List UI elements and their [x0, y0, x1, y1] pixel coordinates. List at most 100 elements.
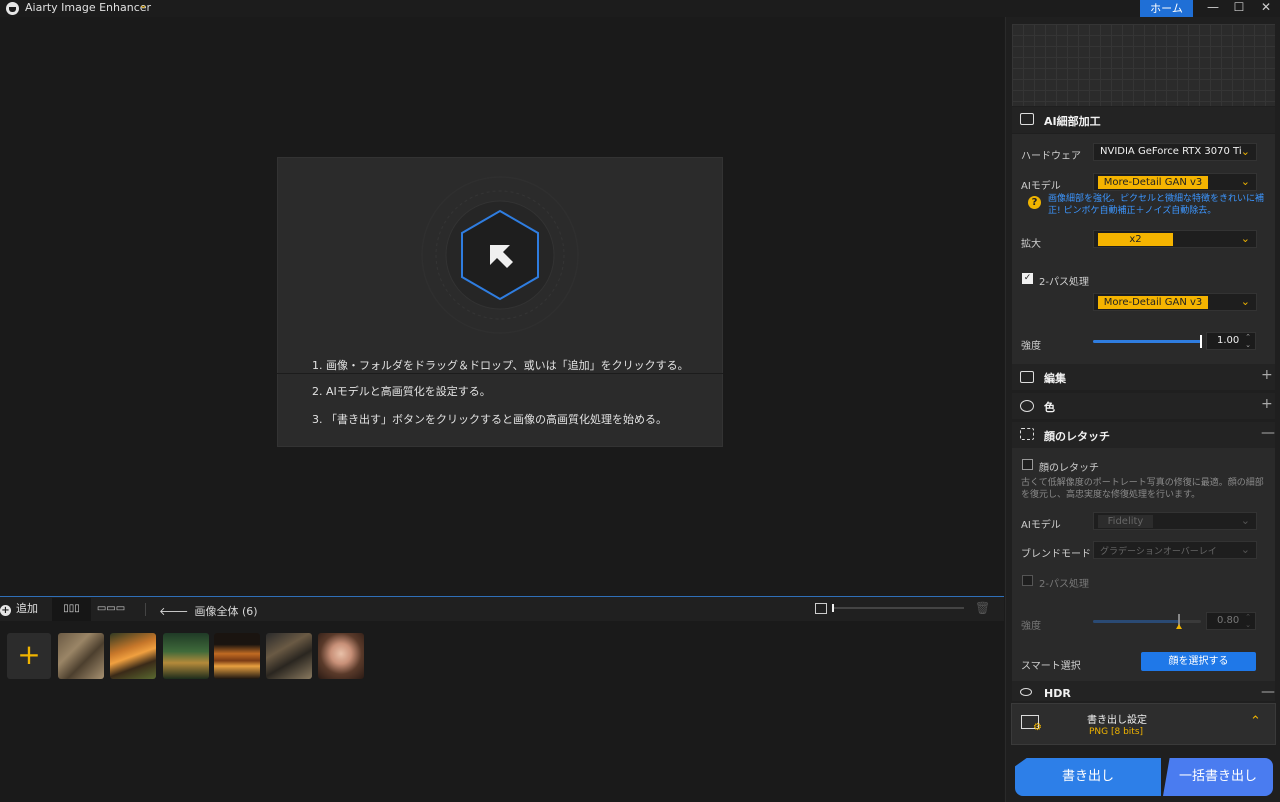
thumbnail-owl[interactable]	[58, 633, 104, 679]
add-label: 追加	[16, 602, 38, 615]
expand-up-icon[interactable]: ⌃	[1250, 714, 1261, 729]
face-scan-icon	[1020, 428, 1034, 440]
preview-area	[1012, 24, 1275, 106]
thumbnail-burger[interactable]	[214, 633, 260, 679]
select-face-button[interactable]: 顔を選択する	[1141, 652, 1256, 671]
drop-zone-divider	[277, 373, 723, 374]
chevron-down-icon: ⌄	[1240, 175, 1250, 188]
title-bar	[0, 0, 1280, 17]
face-model-label: AIモデル	[1021, 520, 1061, 531]
app-title: Aiarty Image Enhancer	[25, 1, 152, 14]
ai-model-label: AIモデル	[1021, 181, 1061, 192]
thumbnail-woman-portrait[interactable]	[318, 633, 364, 679]
scale-value: x2	[1098, 233, 1173, 246]
app-logo-icon	[6, 2, 19, 15]
hdr-section-title: HDR	[1044, 687, 1071, 700]
strength-label: 強度	[1021, 341, 1041, 352]
strength-slider-handle[interactable]	[1200, 335, 1202, 348]
face-retouch-description: 古くて低解像度のポートレート写真の修復に最適。顔の細部を復元し、高忠実度な修復処…	[1021, 478, 1264, 500]
strength-slider-fill	[1093, 340, 1201, 343]
minimize-icon[interactable]: —	[1203, 0, 1223, 17]
thumbnail-size-handle[interactable]	[832, 604, 834, 612]
chevron-down-icon: ⌄	[1240, 295, 1250, 308]
two-pass-model-value: More-Detail GAN v3	[1098, 296, 1208, 309]
face-strength-slider[interactable]	[1093, 620, 1201, 623]
face-strength-slider-fill	[1093, 620, 1180, 623]
trash-icon[interactable]: 🗑	[975, 601, 990, 615]
face-retouch-label: 顔のレタッチ	[1039, 463, 1099, 474]
thumbnail-size-slider[interactable]	[832, 607, 964, 609]
add-image-tile[interactable]: +	[7, 633, 51, 679]
expand-icon[interactable]: +	[1261, 367, 1273, 383]
home-button[interactable]: ホーム	[1140, 0, 1193, 17]
help-icon[interactable]: ?	[1028, 196, 1041, 209]
scale-label: 拡大	[1021, 239, 1041, 250]
toolbar-divider	[145, 603, 146, 616]
blend-mode-value: グラデーションオーバーレイ	[1100, 547, 1217, 557]
close-icon[interactable]: ✕	[1256, 0, 1276, 17]
batch-export-button[interactable]: 一括書き出し	[1163, 758, 1273, 796]
ai-section-title: AI細部加工	[1044, 115, 1101, 128]
grid-view-icon[interactable]: ▯▯▯	[52, 598, 91, 621]
blend-mode-dropdown[interactable]: グラデーションオーバーレイ ⌄	[1093, 541, 1257, 559]
chevron-down-icon: ⌄	[1240, 145, 1250, 158]
hdr-icon	[1020, 688, 1032, 696]
hardware-label: ハードウェア	[1021, 151, 1081, 162]
face-two-pass-checkbox[interactable]	[1022, 575, 1033, 586]
collapse-icon[interactable]: —	[1261, 425, 1275, 441]
two-pass-label: 2-パス処理	[1039, 277, 1089, 288]
scale-dropdown[interactable]: x2 ⌄	[1093, 230, 1257, 248]
strength-slider[interactable]	[1093, 340, 1201, 343]
title-chevron-icon[interactable]: ⌄	[139, 0, 147, 11]
spinner-icon[interactable]: ⌃ ⌄	[1245, 333, 1251, 349]
chevron-down-icon: ⌄	[1240, 543, 1250, 556]
ai-model-value: More-Detail GAN v3	[1098, 176, 1208, 189]
smart-select-label: スマート選択	[1021, 661, 1081, 672]
gear-icon: ⚙	[1033, 722, 1042, 733]
export-settings-title: 書き出し設定	[1087, 715, 1147, 726]
strip-view-icon[interactable]: ▭▭▭	[96, 598, 126, 620]
face-model-dropdown[interactable]: Fidelity ⌄	[1093, 512, 1257, 530]
spinner-icon[interactable]: ⌃ ⌄	[1245, 613, 1251, 629]
export-format: PNG [8 bits]	[1089, 727, 1144, 737]
add-button[interactable]: + 追加	[0, 600, 38, 616]
thumbnail-tiger[interactable]	[110, 633, 156, 679]
two-pass-model-dropdown[interactable]: More-Detail GAN v3 ⌄	[1093, 293, 1257, 311]
chevron-down-icon: ⌄	[1240, 232, 1250, 245]
palette-icon	[1020, 400, 1034, 412]
ai-model-description: 画像細部を強化。ピクセルと微細な特徴をきれいに補正! ピンボケ自動補正＋ノイズ自…	[1048, 194, 1265, 216]
two-pass-checkbox[interactable]: ✓	[1022, 273, 1033, 284]
edit-icon	[1020, 371, 1034, 383]
ai-model-dropdown[interactable]: More-Detail GAN v3 ⌄	[1093, 173, 1257, 191]
collapse-icon[interactable]: —	[1261, 684, 1275, 700]
back-arrow-icon: 🡐	[159, 605, 189, 618]
face-strength-input[interactable]: 0.80 ⌃ ⌄	[1206, 612, 1256, 630]
hardware-value: NVIDIA GeForce RTX 3070 Ti	[1100, 146, 1242, 157]
chevron-down-icon: ⌄	[1240, 514, 1250, 527]
drop-target-icon[interactable]	[410, 170, 590, 350]
face-section-title: 顔のレタッチ	[1044, 430, 1110, 443]
hardware-dropdown[interactable]: NVIDIA GeForce RTX 3070 Ti ⌄	[1093, 143, 1257, 161]
all-images-label: 画像全体 (6)	[194, 605, 258, 618]
face-strength-default-marker	[1176, 624, 1183, 629]
face-strength-value: 0.80	[1217, 615, 1240, 626]
strength-input[interactable]: 1.00 ⌃ ⌄	[1206, 332, 1256, 350]
face-strength-label: 強度	[1021, 621, 1041, 632]
export-button[interactable]: 書き出し	[1015, 758, 1161, 796]
expand-icon[interactable]: +	[1261, 396, 1273, 412]
instruction-step-1: 1. 画像・フォルダをドラッグ＆ドロップ、或いは「追加」をクリックする。	[312, 359, 689, 372]
maximize-icon[interactable]: ☐	[1229, 0, 1249, 17]
ai-enhance-icon	[1020, 113, 1034, 125]
instruction-step-3: 3. 「書き出す」ボタンをクリックすると画像の高画質化処理を始める。	[312, 413, 667, 426]
add-plus-icon: +	[0, 605, 11, 616]
face-two-pass-label: 2-パス処理	[1039, 579, 1089, 590]
edit-section-title: 編集	[1044, 372, 1066, 385]
thumbnail-dog-warrior[interactable]	[266, 633, 312, 679]
ai-section-body	[1012, 134, 1275, 364]
thumbnail-forest-scene[interactable]	[163, 633, 209, 679]
blend-mode-label: ブレンドモード	[1021, 549, 1091, 560]
all-images-button[interactable]: 🡐 画像全体 (6)	[159, 603, 258, 619]
color-section-title: 色	[1044, 401, 1055, 414]
strength-value: 1.00	[1217, 335, 1240, 346]
face-retouch-checkbox[interactable]	[1022, 459, 1033, 470]
